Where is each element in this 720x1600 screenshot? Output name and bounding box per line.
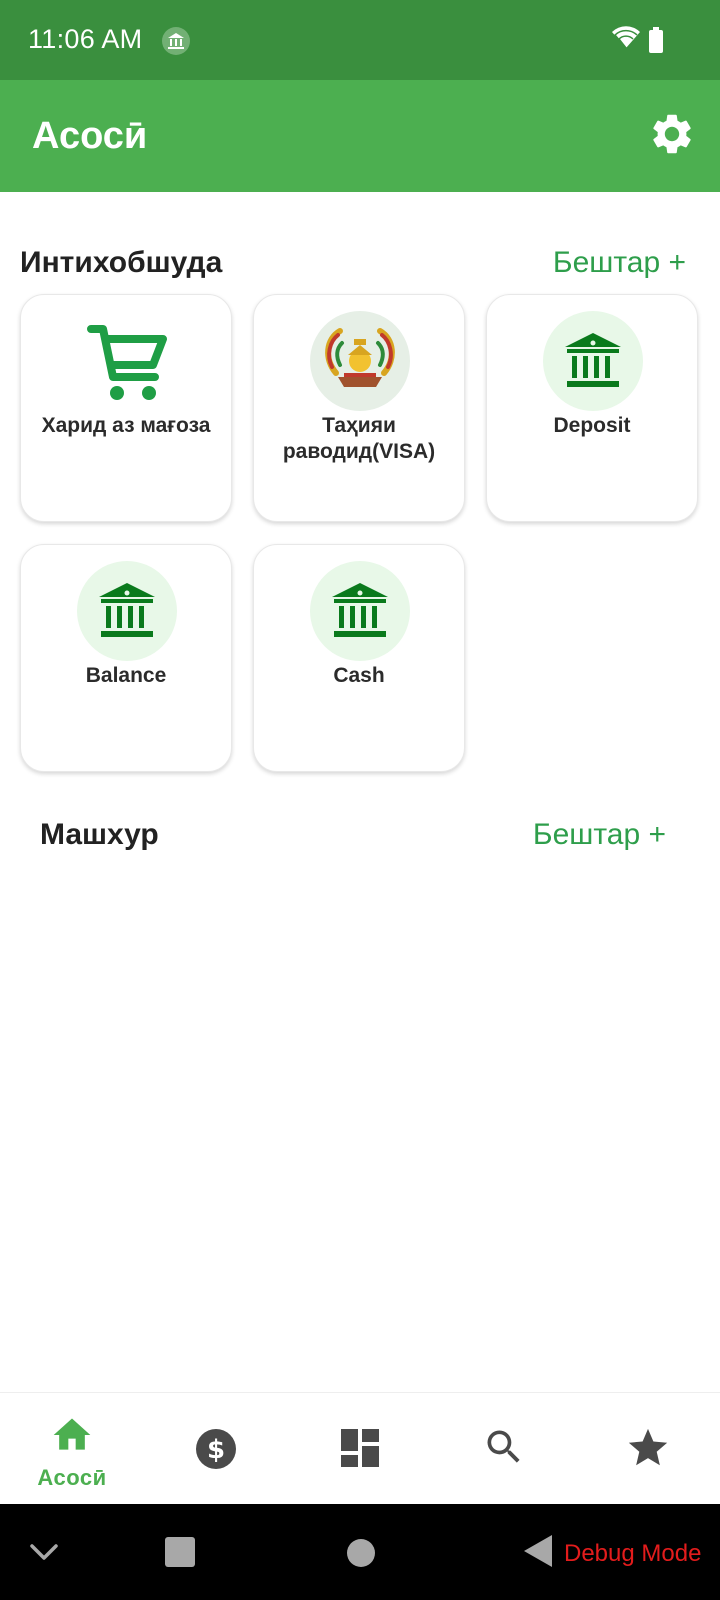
nav-item-search[interactable] bbox=[432, 1393, 576, 1505]
nav-item-dashboard[interactable] bbox=[288, 1393, 432, 1505]
status-bar: 11:06 AM bbox=[0, 0, 720, 80]
battery-icon bbox=[648, 27, 664, 58]
tajikistan-emblem-icon bbox=[310, 311, 410, 411]
system-navigation-bar: Debug Mode bbox=[0, 1504, 720, 1600]
circle-icon bbox=[347, 1539, 375, 1567]
card-label: Таҳияи раводид(VISA) bbox=[282, 414, 436, 463]
screen: 11:06 AM Асосӣ Интихобшуда Бештар + Хари… bbox=[0, 0, 720, 1600]
card-shop-purchase[interactable]: Харид аз мағоза bbox=[20, 294, 232, 522]
debug-mode-label: Debug Mode bbox=[564, 1540, 702, 1567]
bank-icon bbox=[77, 561, 177, 661]
bank-notification-icon bbox=[162, 27, 190, 55]
shopping-cart-icon bbox=[85, 319, 169, 403]
nav-label-home: Асосӣ bbox=[37, 1465, 107, 1490]
card-visa-application[interactable]: Таҳияи раводид(VISA) bbox=[253, 294, 465, 522]
home-icon bbox=[53, 1418, 91, 1450]
chevron-down-icon[interactable] bbox=[28, 1538, 60, 1571]
bank-icon bbox=[543, 311, 643, 411]
favorites-title: Интихобшуда bbox=[20, 246, 223, 279]
star-icon bbox=[628, 1428, 668, 1466]
card-label: Cash bbox=[333, 664, 385, 687]
square-icon bbox=[165, 1537, 195, 1567]
dashboard-icon bbox=[341, 1429, 379, 1467]
popular-title: Машхур bbox=[40, 818, 159, 851]
favorites-more-link[interactable]: Бештар + bbox=[553, 246, 686, 280]
card-label: Balance bbox=[85, 664, 167, 687]
nav-item-favorites[interactable] bbox=[576, 1393, 720, 1505]
bank-icon bbox=[310, 561, 410, 661]
app-bar: Асосӣ bbox=[0, 80, 720, 192]
search-icon bbox=[487, 1430, 520, 1463]
back-button[interactable] bbox=[522, 1534, 554, 1573]
card-label: Харид аз мағоза bbox=[41, 414, 211, 437]
wifi-icon bbox=[610, 24, 642, 55]
status-time: 11:06 AM bbox=[28, 24, 143, 54]
card-label: Deposit bbox=[553, 414, 631, 437]
settings-button[interactable] bbox=[648, 110, 696, 158]
popular-more-link[interactable]: Бештар + bbox=[533, 818, 666, 852]
recents-button[interactable] bbox=[164, 1536, 196, 1573]
card-balance[interactable]: Balance bbox=[20, 544, 232, 772]
dollar-icon: $ bbox=[196, 1429, 236, 1469]
nav-item-home[interactable]: Асосӣ bbox=[0, 1393, 144, 1505]
svg-text:$: $ bbox=[207, 1435, 225, 1465]
back-triangle-icon bbox=[524, 1535, 552, 1567]
card-cash[interactable]: Cash bbox=[253, 544, 465, 772]
nav-item-payments[interactable]: $ bbox=[144, 1393, 288, 1505]
gear-icon bbox=[653, 114, 691, 154]
app-title: Асосӣ bbox=[32, 115, 148, 157]
home-button[interactable] bbox=[346, 1538, 376, 1573]
card-deposit[interactable]: Deposit bbox=[486, 294, 698, 522]
bottom-navigation: Асосӣ $ bbox=[0, 1392, 720, 1504]
